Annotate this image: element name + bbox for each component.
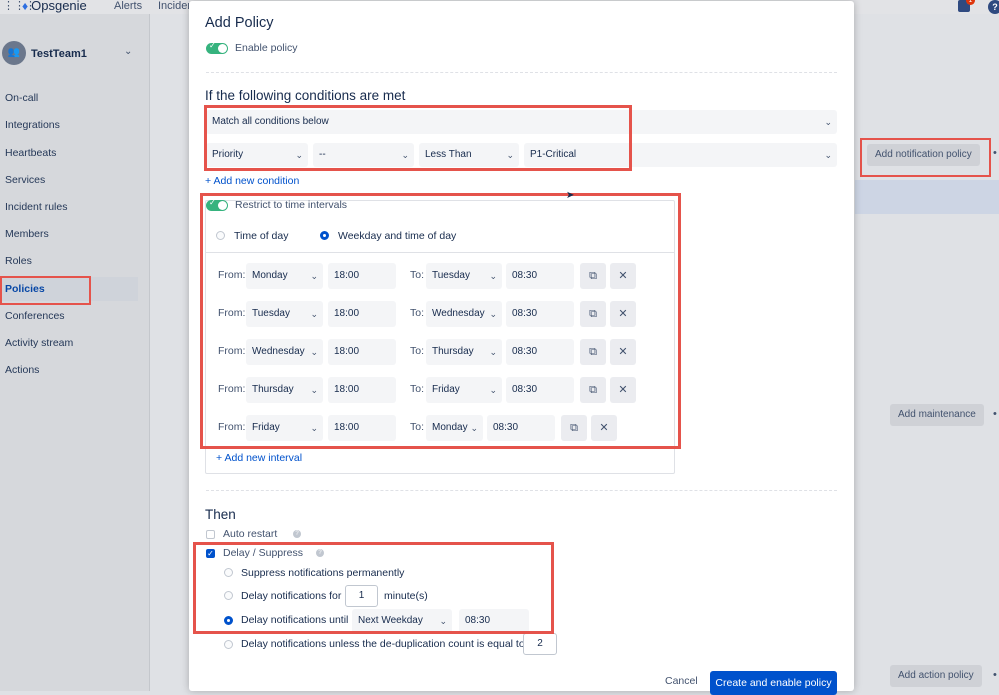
app-name: Opsgenie xyxy=(31,0,87,13)
nav-alerts[interactable]: Alerts xyxy=(114,0,142,12)
sidebar-item-services[interactable]: Services xyxy=(0,168,138,192)
info-icon[interactable]: ? xyxy=(293,530,301,538)
divider xyxy=(206,72,837,73)
then-heading: Then xyxy=(205,507,236,522)
team-selector[interactable]: 👥 TestTeam1 ⌄ xyxy=(0,40,150,70)
selected-row-strip xyxy=(855,180,999,214)
conditions-heading: If the following conditions are met xyxy=(205,88,406,103)
sidebar-item-integrations[interactable]: Integrations xyxy=(0,113,138,137)
sidebar-item-roles[interactable]: Roles xyxy=(0,249,138,273)
create-enable-policy-button[interactable]: Create and enable policy xyxy=(710,671,837,695)
sidebar-item-conferences[interactable]: Conferences xyxy=(0,304,138,328)
check-icon: ✓ xyxy=(209,41,216,50)
mouse-cursor-icon: ➤ xyxy=(566,190,575,201)
more-options-icon[interactable]: • xyxy=(993,669,997,681)
sidebar-item-members[interactable]: Members xyxy=(0,222,138,246)
sidebar-item-actions[interactable]: Actions xyxy=(0,358,138,382)
enable-policy-toggle[interactable]: ✓ xyxy=(206,41,228,54)
delay-unless-radio[interactable] xyxy=(224,640,233,649)
sidebar-item-incident-rules[interactable]: Incident rules xyxy=(0,195,138,219)
dedup-count-input[interactable]: 2 xyxy=(523,633,557,655)
team-name: TestTeam1 xyxy=(31,48,87,60)
add-action-policy-button[interactable]: Add action policy xyxy=(890,665,982,687)
add-maintenance-button[interactable]: Add maintenance xyxy=(890,404,984,426)
highlight-policies xyxy=(0,276,91,305)
highlight-delay-suppress xyxy=(193,542,554,634)
highlight-add-notification-policy xyxy=(860,138,991,177)
sidebar-item-activity-stream[interactable]: Activity stream xyxy=(0,331,138,355)
cancel-button[interactable]: Cancel xyxy=(665,675,698,687)
sidebar-item-on-call[interactable]: On-call xyxy=(0,86,138,110)
more-options-icon[interactable]: • xyxy=(993,408,997,420)
add-interval-link[interactable]: + Add new interval xyxy=(216,452,302,464)
chevron-down-icon: ⌄ xyxy=(824,117,832,127)
chevron-down-icon: ⌄ xyxy=(824,150,832,160)
notification-badge: 1 xyxy=(966,0,975,5)
highlight-conditions xyxy=(204,105,632,171)
more-options-icon[interactable]: • xyxy=(993,147,997,159)
modal-title: Add Policy xyxy=(205,15,274,31)
sidebar-item-heartbeats[interactable]: Heartbeats xyxy=(0,141,138,165)
add-policy-modal: Add Policy ✓ Enable policy If the follow… xyxy=(189,1,854,695)
chevron-down-icon[interactable]: ⌄ xyxy=(124,46,132,57)
help-icon[interactable]: ? xyxy=(988,0,999,14)
auto-restart-checkbox[interactable] xyxy=(206,530,215,539)
add-condition-link[interactable]: + Add new condition xyxy=(205,175,299,187)
opsgenie-logo-icon: ♦ xyxy=(22,0,29,13)
opsgenie-logo[interactable]: ♦ Opsgenie xyxy=(22,0,87,13)
divider xyxy=(206,490,837,491)
enable-policy-label: Enable policy xyxy=(235,42,298,54)
team-avatar-icon: 👥 xyxy=(2,41,26,65)
highlight-time-intervals xyxy=(200,193,681,449)
auto-restart-label: Auto restart xyxy=(223,528,278,540)
delay-unless-label: Delay notifications unless the de-duplic… xyxy=(241,638,525,650)
